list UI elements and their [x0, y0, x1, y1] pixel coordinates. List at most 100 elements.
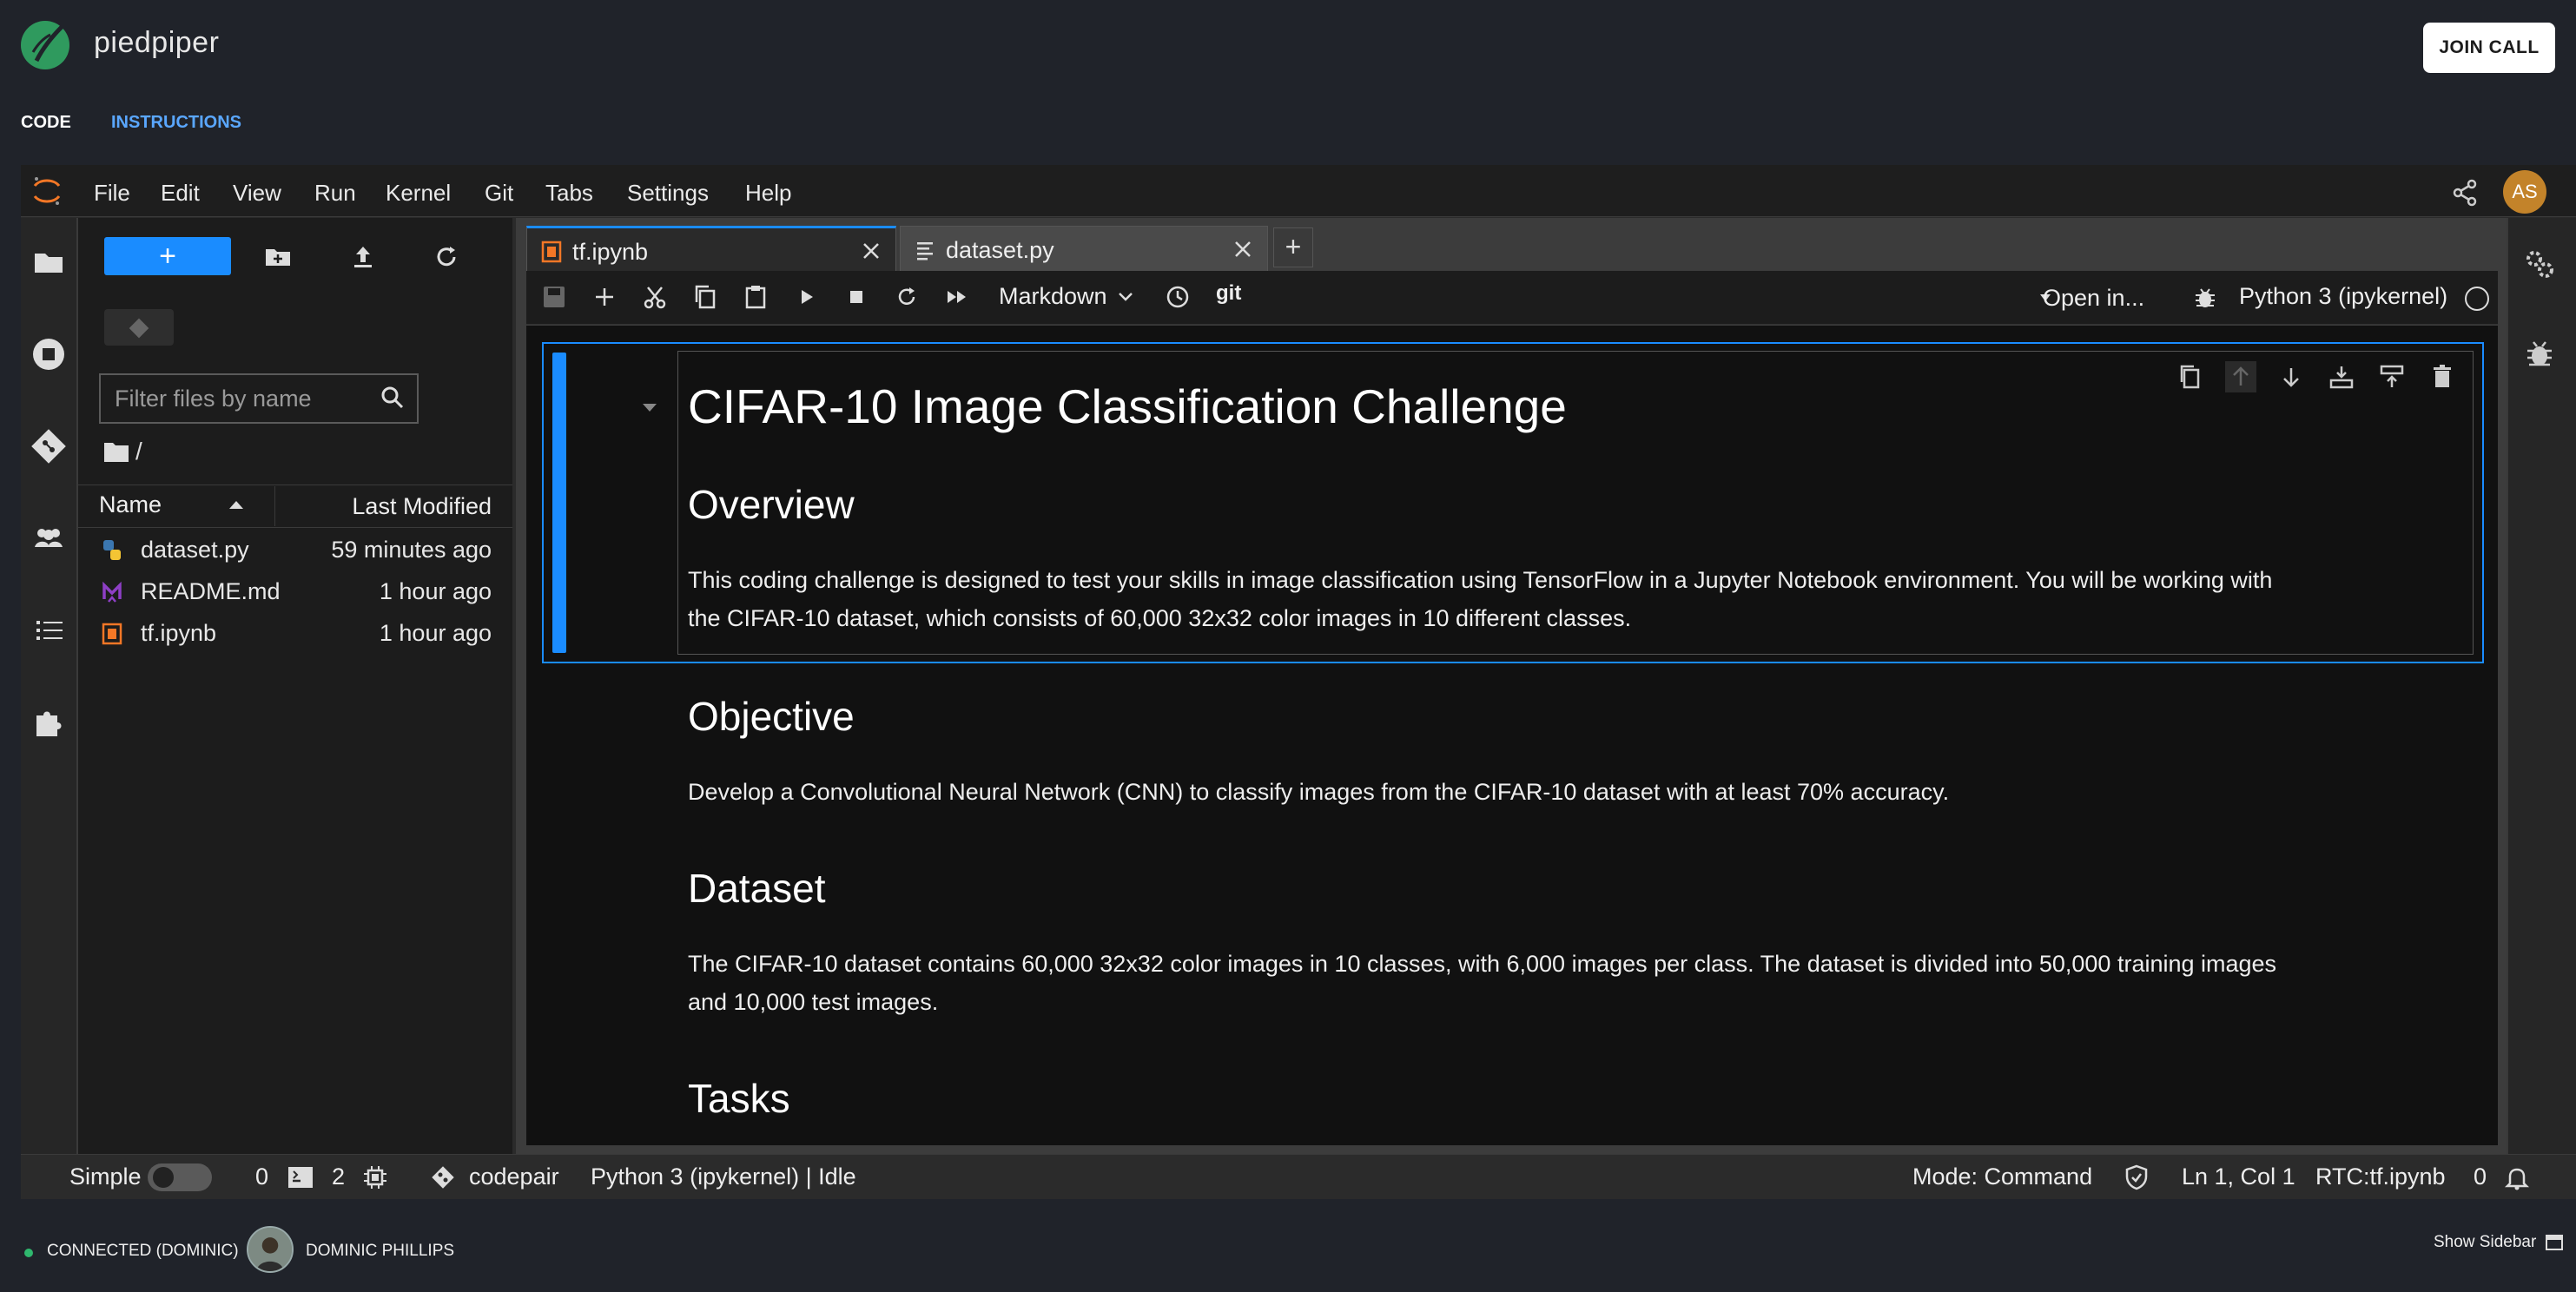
rtc-document: RTC:tf.ipynb	[2315, 1163, 2446, 1190]
new-launcher-button[interactable]: +	[104, 237, 231, 275]
menu-edit[interactable]: Edit	[161, 180, 200, 207]
file-name: README.md	[141, 578, 281, 604]
run-cell-icon[interactable]	[792, 283, 820, 311]
terminal-icon[interactable]	[287, 1163, 314, 1191]
git-branch-label[interactable]: codepair	[469, 1163, 559, 1190]
file-row[interactable]: dataset.py 59 minutes ago	[78, 530, 512, 571]
property-inspector-gears-icon[interactable]	[2522, 247, 2557, 281]
breadcrumb[interactable]: /	[135, 438, 142, 465]
search-icon[interactable]	[379, 384, 406, 412]
git-diff-button[interactable]: git	[1216, 281, 1241, 306]
menu-help[interactable]: Help	[745, 180, 791, 207]
close-icon[interactable]	[1232, 239, 1253, 260]
caret-down-icon[interactable]	[641, 401, 658, 413]
folder-icon[interactable]	[30, 243, 68, 281]
tab-dataset-py[interactable]: dataset.py	[900, 226, 1268, 271]
notification-count: 0	[2474, 1163, 2487, 1190]
cell-type-dropdown[interactable]: Markdown	[999, 283, 1107, 310]
file-row[interactable]: tf.ipynb 1 hour ago	[78, 613, 512, 655]
open-in-dropdown[interactable]: Open in...	[2043, 285, 2144, 312]
connection-status: CONNECTED (DOMINIC)	[47, 1242, 239, 1260]
copy-icon[interactable]	[691, 283, 719, 311]
column-modified-header[interactable]: Last Modified	[287, 493, 492, 520]
close-icon[interactable]	[861, 241, 882, 261]
cut-icon[interactable]	[641, 283, 669, 311]
git-icon[interactable]	[30, 427, 68, 465]
file-browser	[78, 218, 512, 1154]
stop-kernel-icon[interactable]	[842, 283, 870, 311]
dataset-heading: Dataset	[688, 866, 826, 911]
insert-cell-icon[interactable]	[591, 283, 618, 311]
cursor-position[interactable]: Ln 1, Col 1	[2182, 1163, 2295, 1190]
mode-indicator: Mode: Command	[1912, 1163, 2093, 1190]
overview-paragraph-line: This coding challenge is designed to tes…	[688, 567, 2273, 593]
user-avatar[interactable]: AS	[2503, 170, 2546, 214]
tab-label: dataset.py	[946, 237, 1054, 263]
tab-tf-ipynb[interactable]: tf.ipynb	[526, 226, 896, 271]
simple-mode-label: Simple	[69, 1163, 142, 1190]
move-up-icon[interactable]	[2225, 361, 2256, 392]
participant-avatar[interactable]	[247, 1226, 294, 1273]
tab-instructions[interactable]: INSTRUCTIONS	[111, 113, 241, 133]
bell-icon[interactable]	[2503, 1163, 2531, 1191]
participant-photo-icon	[248, 1228, 292, 1271]
cell-collapser[interactable]	[552, 353, 566, 653]
extensions-puzzle-icon[interactable]	[30, 703, 68, 742]
file-row[interactable]: README.md 1 hour ago	[78, 571, 512, 613]
filter-files-input[interactable]	[113, 382, 373, 415]
move-down-icon[interactable]	[2275, 361, 2307, 392]
restart-run-all-icon[interactable]	[943, 283, 971, 311]
table-of-contents-icon[interactable]	[30, 611, 68, 649]
menu-kernel[interactable]: Kernel	[386, 180, 451, 207]
trusted-shield-icon[interactable]	[2123, 1163, 2150, 1191]
kernel-status-indicator	[2465, 287, 2489, 311]
menu-view[interactable]: View	[233, 180, 281, 207]
insert-below-icon[interactable]	[2376, 361, 2408, 392]
text-file-icon	[917, 242, 933, 260]
dataset-paragraph-line: The CIFAR-10 dataset contains 60,000 32x…	[688, 951, 2277, 977]
git-branch-icon[interactable]	[429, 1163, 457, 1191]
git-clone-button[interactable]	[104, 309, 174, 346]
running-stop-icon[interactable]	[30, 335, 68, 373]
sort-ascending-icon[interactable]	[228, 498, 245, 511]
breadcrumb-folder-icon[interactable]	[102, 439, 130, 464]
menu-run[interactable]: Run	[314, 180, 356, 207]
upload-icon[interactable]	[347, 241, 379, 273]
kernel-name[interactable]: Python 3 (ipykernel)	[2239, 283, 2447, 310]
toggle-knob	[153, 1167, 174, 1188]
new-folder-icon[interactable]	[262, 241, 294, 273]
menu-settings[interactable]: Settings	[627, 180, 709, 207]
menu-git[interactable]: Git	[485, 180, 513, 207]
column-name-header[interactable]: Name	[99, 491, 162, 518]
brand-name: piedpiper	[94, 26, 220, 59]
add-tab-button[interactable]: +	[1273, 227, 1313, 267]
paste-icon[interactable]	[742, 283, 769, 311]
menu-tabs[interactable]: Tabs	[545, 180, 593, 207]
show-sidebar-button[interactable]: Show Sidebar	[2434, 1233, 2536, 1252]
kernel-status-text[interactable]: Python 3 (ipykernel) | Idle	[591, 1163, 856, 1190]
duplicate-cell-icon[interactable]	[2175, 361, 2206, 392]
restart-kernel-icon[interactable]	[893, 283, 921, 311]
kernel-chip-icon[interactable]	[361, 1163, 389, 1191]
history-clock-icon[interactable]	[1164, 283, 1192, 311]
connection-status-dot	[24, 1249, 33, 1257]
insert-above-icon[interactable]	[2326, 361, 2357, 392]
menu-file[interactable]: File	[94, 180, 130, 207]
participant-name: DOMINIC PHILLIPS	[306, 1242, 455, 1260]
notebook-file-icon	[102, 623, 122, 645]
column-divider[interactable]	[274, 486, 275, 526]
chevron-down-icon[interactable]	[1117, 290, 1134, 304]
tab-code[interactable]: CODE	[21, 113, 71, 133]
markdown-file-icon	[102, 581, 122, 603]
refresh-icon[interactable]	[431, 241, 462, 273]
dataset-paragraph-line: and 10,000 test images.	[688, 989, 939, 1015]
collaborators-icon[interactable]	[30, 519, 68, 557]
delete-cell-icon[interactable]	[2427, 361, 2458, 392]
save-icon[interactable]	[540, 283, 568, 311]
debugger-bug-icon[interactable]	[2522, 337, 2557, 372]
sidebar-toggle-icon[interactable]	[2545, 1233, 2564, 1252]
debugger-bug-icon[interactable]	[2192, 285, 2218, 311]
share-icon[interactable]	[2449, 177, 2480, 208]
join-call-button[interactable]: JOIN CALL	[2423, 23, 2555, 73]
git-clone-icon	[129, 318, 149, 339]
